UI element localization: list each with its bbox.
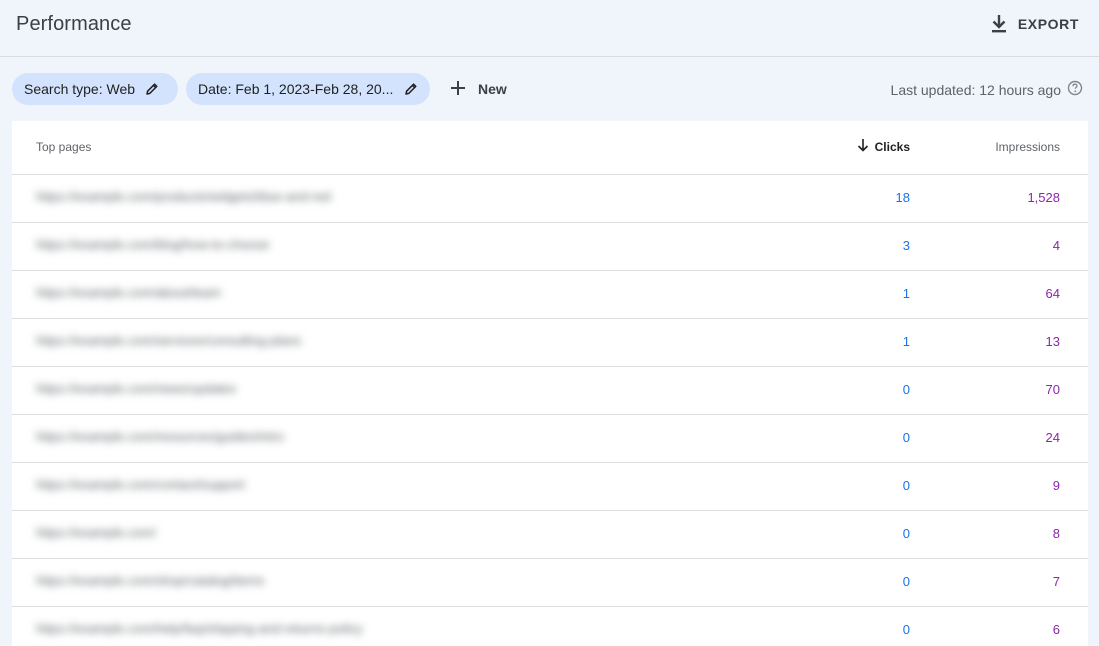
top-pages-table: Top pages Clicks Impressions https://exa… (12, 121, 1088, 646)
new-filter-label: New (478, 81, 507, 97)
last-updated-text: Last updated: 12 hours ago (890, 81, 1061, 98)
table-body: https://example.com/products/widgets/blu… (12, 175, 1088, 646)
page-url[interactable]: https://example.com/help/faq/shipping-an… (36, 621, 363, 641)
impressions-value: 8 (1052, 526, 1060, 541)
impressions-value: 64 (1045, 286, 1060, 301)
page-url[interactable]: https://example.com/products/widgets/blu… (36, 189, 331, 209)
help-circle-icon[interactable] (1067, 80, 1083, 99)
clicks-value: 1 (902, 286, 910, 301)
clicks-value: 0 (902, 622, 910, 637)
table-row[interactable]: https://example.com/0 8 (12, 511, 1088, 559)
table-row[interactable]: https://example.com/shop/catalog/items 0 7 (12, 559, 1088, 607)
table-header: Top pages Clicks Impressions (12, 121, 1088, 175)
export-label: EXPORT (1017, 16, 1079, 32)
impressions-value: 1,528 (1027, 190, 1060, 205)
page-url[interactable]: https://example.com/about/team (36, 285, 221, 305)
col-impressions[interactable]: Impressions (995, 140, 1060, 154)
clicks-value: 0 (902, 574, 910, 589)
clicks-value: 0 (902, 478, 910, 493)
impressions-value: 70 (1045, 382, 1060, 397)
page-url[interactable]: https://example.com/blog/how-to-choose (36, 237, 269, 257)
page-url[interactable]: https://example.com/services/consulting-… (36, 333, 301, 353)
download-icon (990, 14, 1008, 34)
table-row[interactable]: https://example.com/contact/support 0 9 (12, 463, 1088, 511)
impressions-value: 9 (1052, 478, 1060, 493)
table-row[interactable]: https://example.com/resources/guides/int… (12, 415, 1088, 463)
table-row[interactable]: https://example.com/products/widgets/blu… (12, 175, 1088, 223)
col-clicks-label: Clicks (874, 139, 910, 154)
page-url[interactable]: https://example.com/shop/catalog/items (36, 573, 264, 593)
date-label: Date: Feb 1, 2023-Feb 28, 20... (198, 81, 394, 97)
search-type-label: Search type: Web (24, 81, 136, 97)
clicks-value: 0 (902, 430, 910, 445)
impressions-value: 6 (1052, 622, 1060, 637)
clicks-value: 0 (902, 382, 910, 397)
pencil-icon[interactable] (145, 82, 159, 96)
col-top-pages: Top pages (36, 140, 92, 154)
table-row[interactable]: https://example.com/news/updates 0 70 (12, 367, 1088, 415)
table-row[interactable]: https://example.com/about/team 1 64 (12, 271, 1088, 319)
clicks-value: 18 (895, 190, 910, 205)
table-row[interactable]: https://example.com/help/faq/shipping-an… (12, 607, 1088, 646)
col-clicks[interactable]: Clicks (857, 138, 910, 155)
new-filter-button[interactable]: New (446, 73, 511, 105)
page-url[interactable]: https://example.com/news/updates (36, 381, 236, 401)
impressions-value: 24 (1045, 430, 1060, 445)
arrow-down-icon (857, 138, 869, 155)
page-url[interactable]: https://example.com/contact/support (36, 477, 245, 497)
search-type-chip[interactable]: Search type: Web (12, 73, 178, 105)
plus-icon (450, 80, 466, 99)
pencil-icon[interactable] (404, 82, 418, 96)
page-title: Performance (16, 13, 132, 35)
export-button[interactable]: EXPORT (986, 10, 1083, 38)
table-row[interactable]: https://example.com/blog/how-to-choose 3 4 (12, 223, 1088, 271)
page-url[interactable]: https://example.com/resources/guides/int… (36, 429, 284, 449)
page-header: Performance EXPORT (0, 0, 1099, 57)
filter-bar: Search type: Web Date: Feb 1, 2023-Feb 2… (0, 57, 1099, 121)
impressions-value: 7 (1052, 574, 1060, 589)
clicks-value: 3 (902, 238, 910, 253)
date-chip[interactable]: Date: Feb 1, 2023-Feb 28, 20... (186, 73, 430, 105)
impressions-value: 13 (1045, 334, 1060, 349)
clicks-value: 1 (902, 334, 910, 349)
last-updated: Last updated: 12 hours ago (891, 80, 1083, 99)
page-url[interactable]: https://example.com/ (36, 525, 156, 545)
table-row[interactable]: https://example.com/services/consulting-… (12, 319, 1088, 367)
clicks-value: 0 (902, 526, 910, 541)
impressions-value: 4 (1052, 238, 1060, 253)
